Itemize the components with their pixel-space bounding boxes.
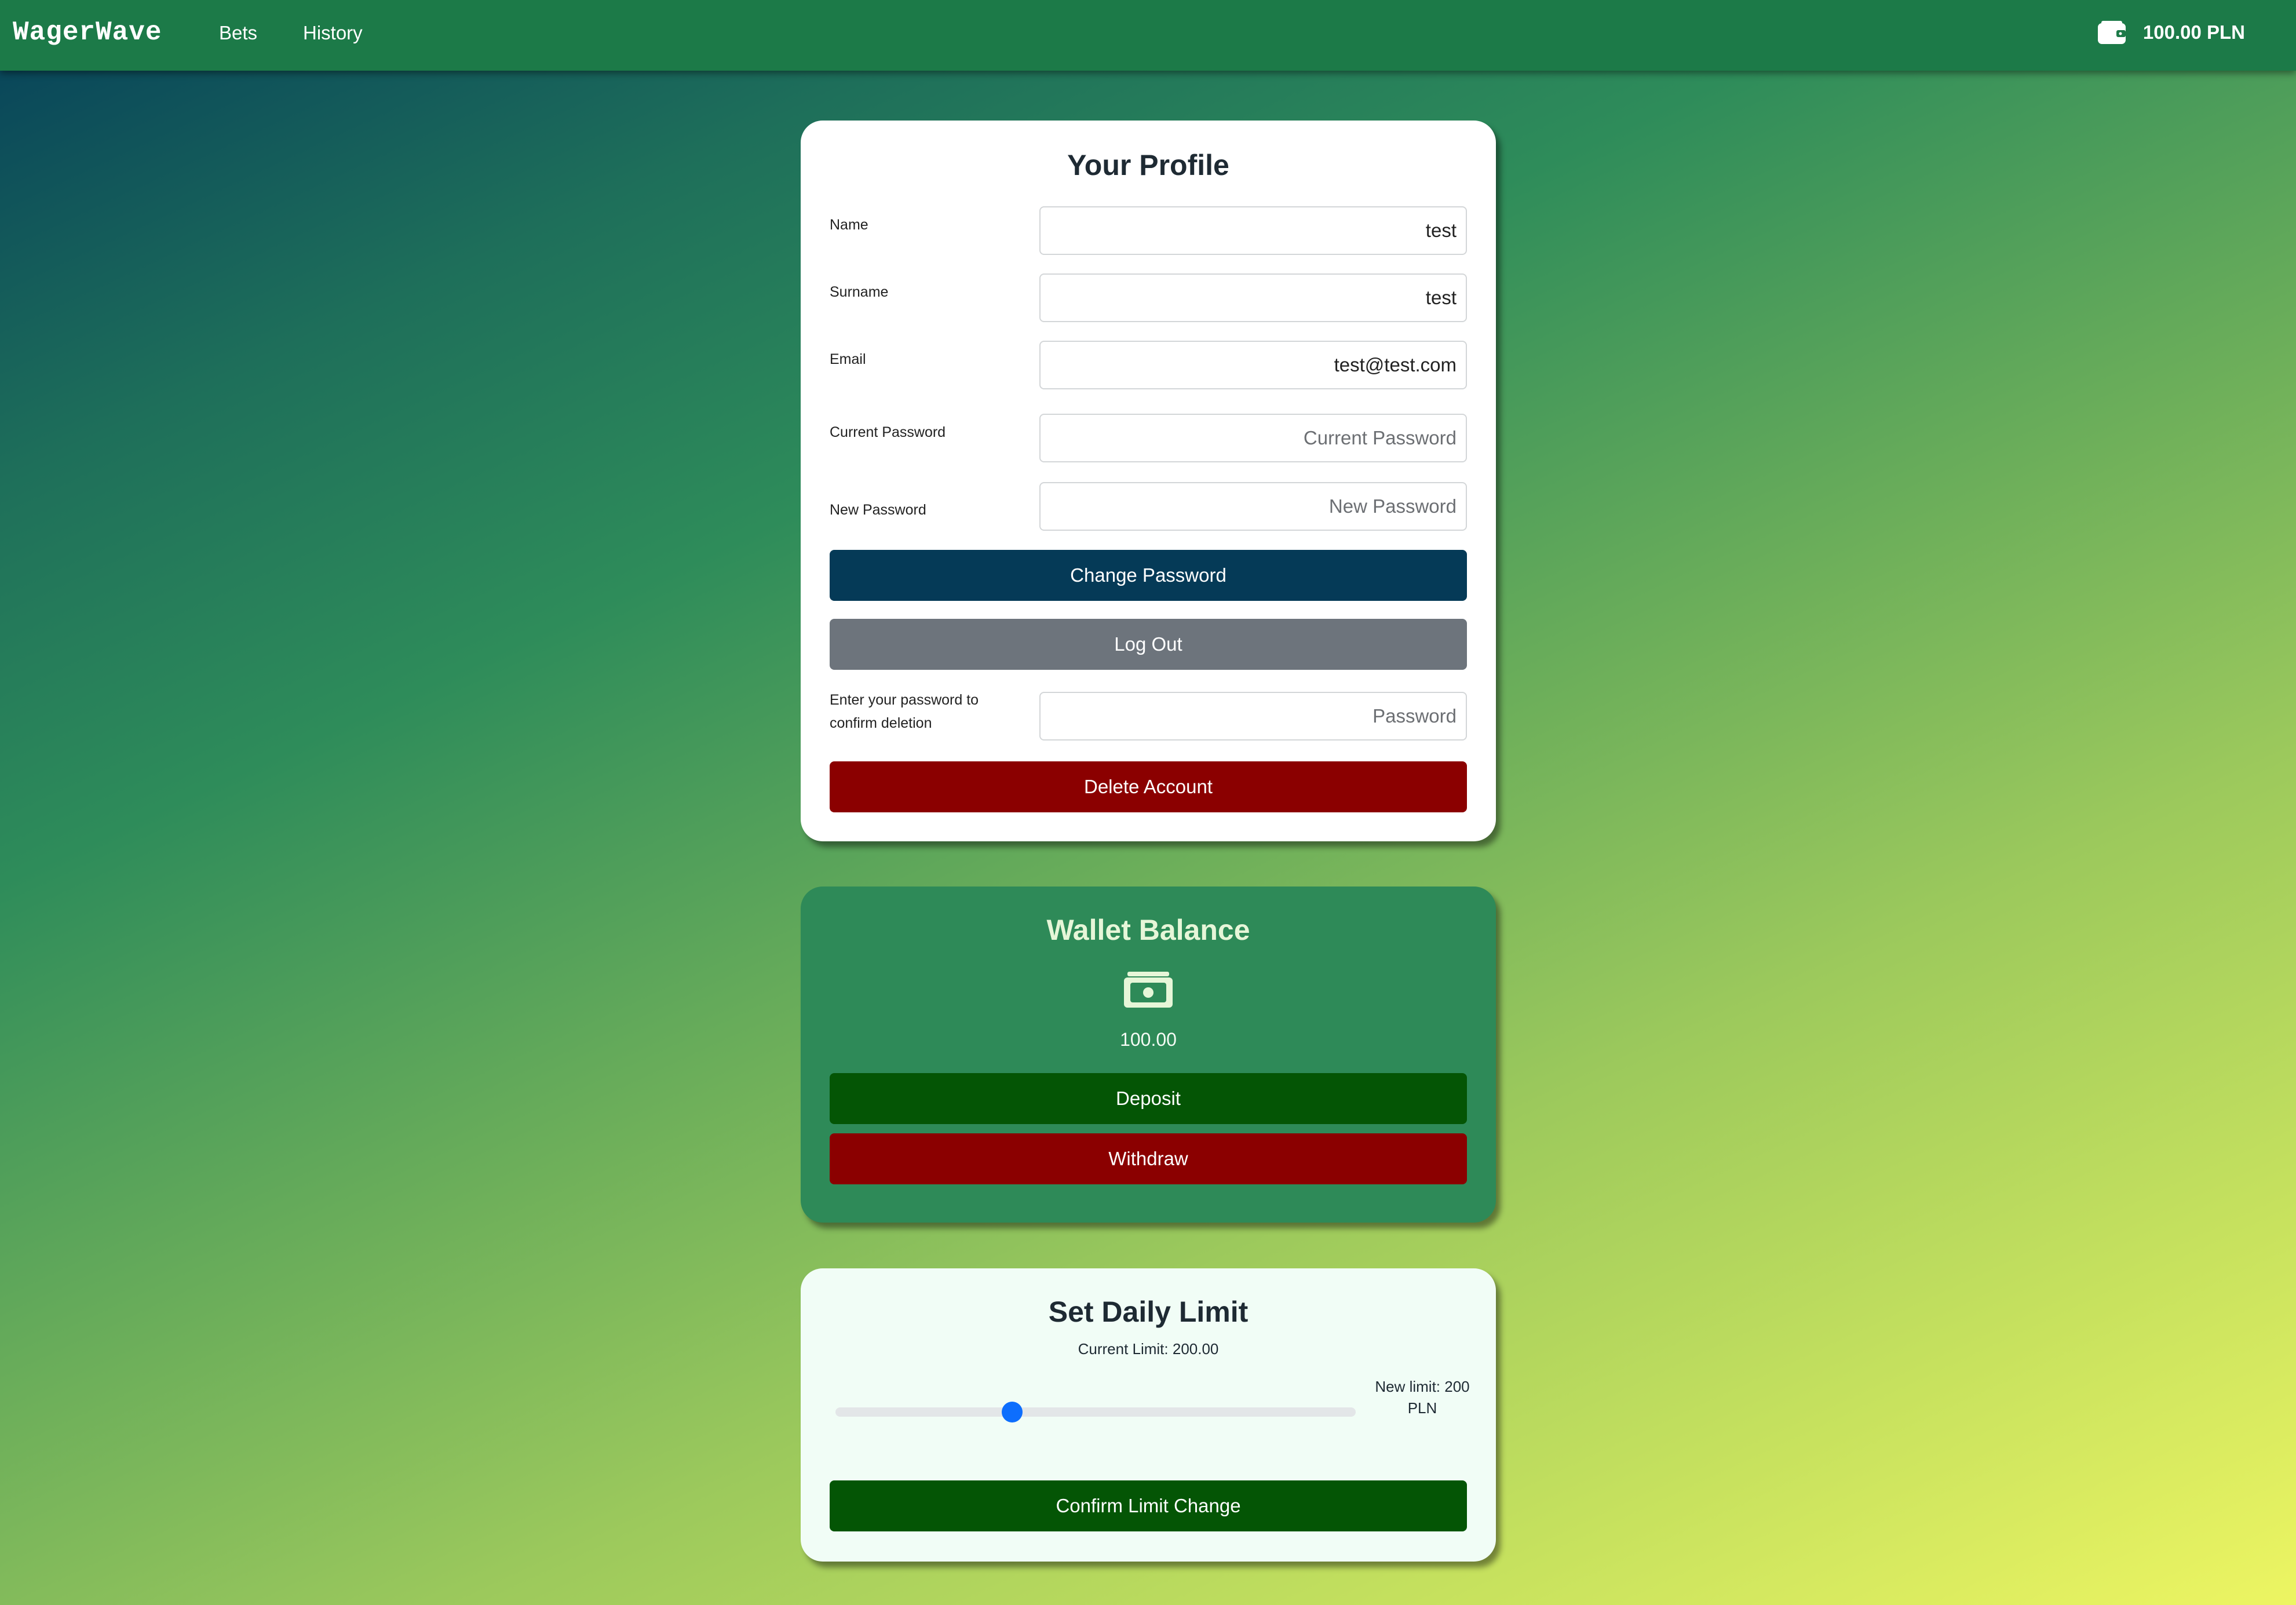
surname-label: Surname (830, 284, 889, 300)
new-password-label: New Password (830, 502, 926, 518)
navbar-balance: 100.00 PLN (2142, 21, 2245, 43)
profile-card: Your Profile Name Surname Email Current … (801, 121, 1496, 841)
wallet-title: Wallet Balance (1046, 914, 1250, 946)
withdraw-button[interactable]: Withdraw (830, 1133, 1467, 1184)
nav-link-bets[interactable]: Bets (219, 22, 257, 44)
surname-input[interactable] (1039, 273, 1467, 322)
wallet-card: Wallet Balance 100.00 Deposit Withdraw (801, 887, 1496, 1223)
current-password-input[interactable] (1039, 414, 1467, 462)
email-input[interactable] (1039, 341, 1467, 389)
email-label: Email (830, 351, 866, 367)
delete-password-label-line1: Enter your password to (830, 692, 979, 708)
change-password-button[interactable]: Change Password (830, 550, 1467, 601)
navbar-wallet[interactable]: 100.00 PLN (2097, 20, 2245, 45)
deposit-button[interactable]: Deposit (830, 1073, 1467, 1124)
money-bill-icon (1124, 972, 1173, 1008)
log-out-button[interactable]: Log Out (830, 619, 1467, 670)
daily-limit-title: Set Daily Limit (1048, 1296, 1249, 1328)
delete-password-label: Enter your password to confirm deletion (830, 688, 979, 735)
wallet-balance-value: 100.00 (1120, 1029, 1177, 1050)
current-limit-text: Current Limit: 200.00 (1078, 1340, 1219, 1358)
top-navbar: WagerWave Bets History 100.00 PLN (0, 0, 2296, 71)
current-password-label: Current Password (830, 424, 946, 440)
brand-logo[interactable]: WagerWave (13, 17, 162, 48)
wallet-icon (2097, 21, 2126, 44)
new-limit-line1: New limit: 200 (1375, 1378, 1470, 1395)
daily-limit-card: Set Daily Limit Current Limit: 200.00 Ne… (801, 1268, 1496, 1562)
name-label: Name (830, 217, 868, 233)
name-input[interactable] (1039, 206, 1467, 255)
new-limit-line2: PLN (1407, 1399, 1437, 1417)
profile-title: Your Profile (1067, 149, 1229, 181)
confirm-limit-button[interactable]: Confirm Limit Change (830, 1480, 1467, 1531)
limit-slider-thumb[interactable] (1002, 1402, 1023, 1422)
delete-password-label-line2: confirm deletion (830, 715, 932, 731)
new-password-input[interactable] (1039, 482, 1467, 531)
limit-slider-track[interactable] (835, 1407, 1356, 1417)
delete-account-button[interactable]: Delete Account (830, 761, 1467, 812)
new-limit-text: New limit: 200 PLN (1361, 1376, 1483, 1419)
nav-link-history[interactable]: History (303, 22, 363, 44)
delete-password-input[interactable] (1039, 692, 1467, 741)
